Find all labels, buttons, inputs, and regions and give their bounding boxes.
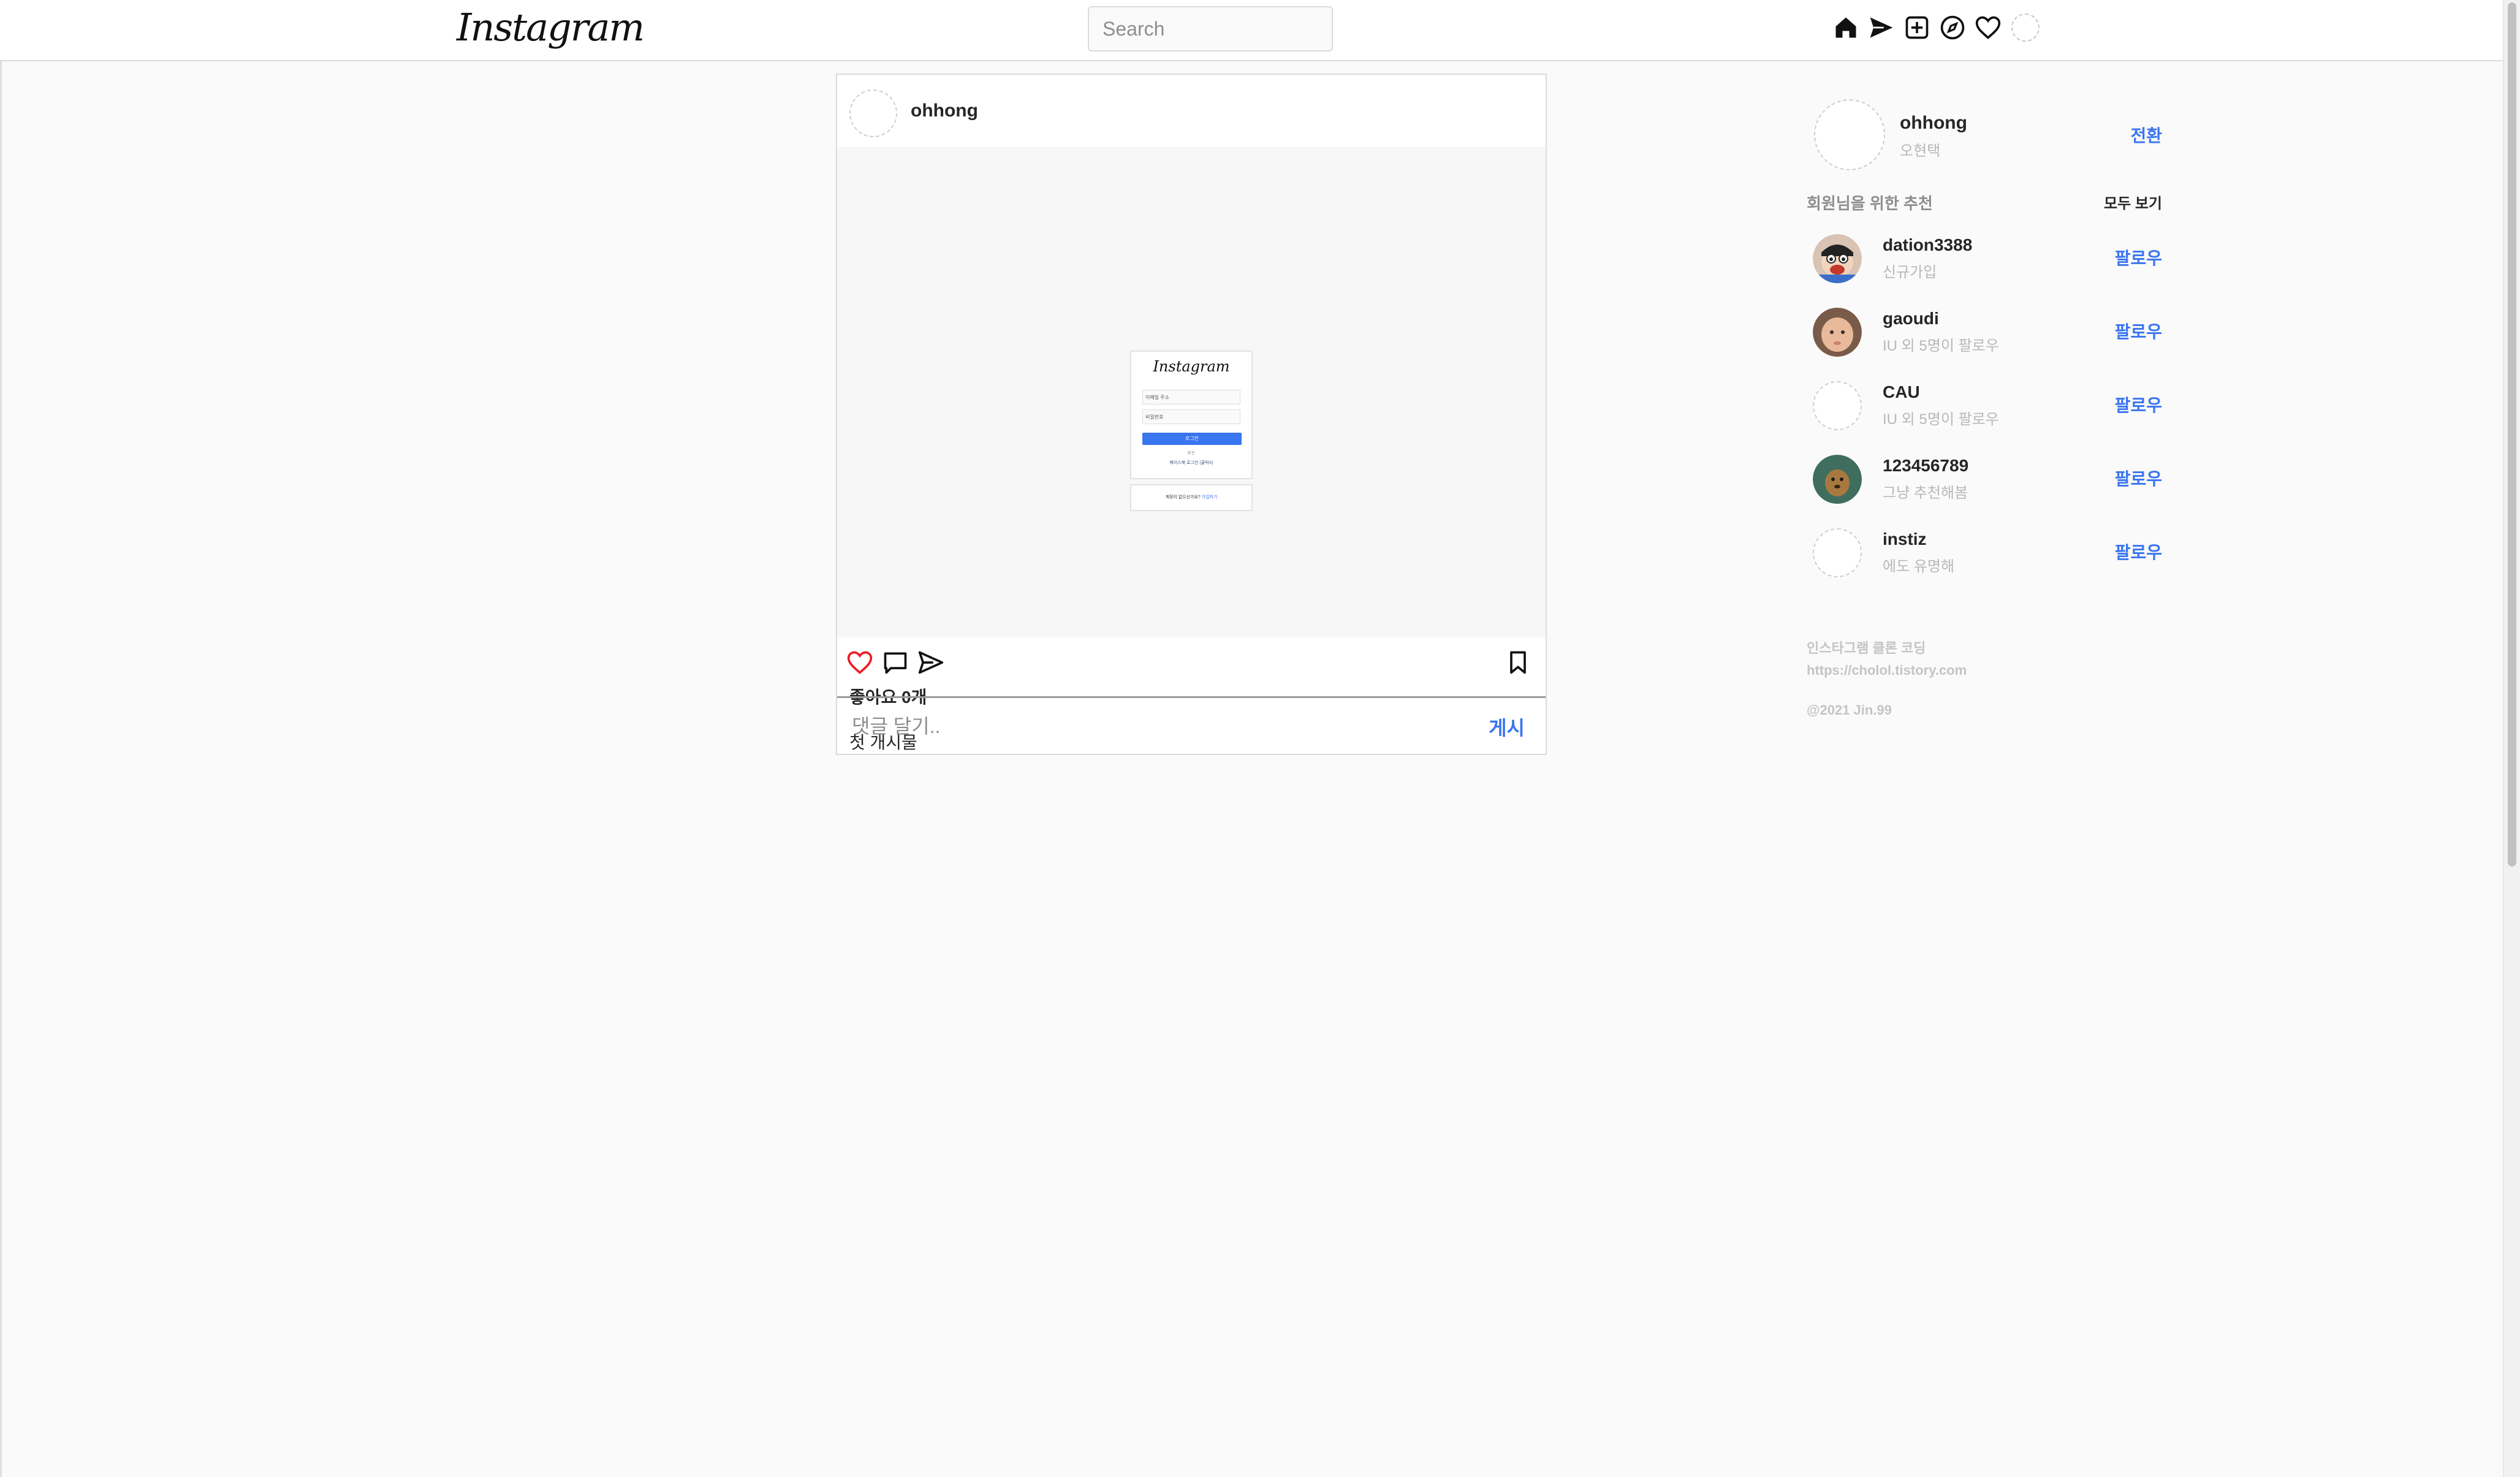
- suggestion-item: CAU IU 외 5명이 팔로우 팔로우: [1807, 374, 2162, 435]
- post-image[interactable]: Instagram 이메일 주소 비밀번호 로그인 또는 페이스북 로그인 (클…: [837, 147, 1546, 637]
- post-action-bar: [837, 637, 1546, 689]
- home-icon[interactable]: [1831, 13, 1861, 42]
- suggestion-subtitle: 신규가입: [1883, 264, 1937, 281]
- preview-logo: Instagram: [1153, 358, 1230, 375]
- current-user-avatar[interactable]: [1814, 99, 1885, 170]
- post-comment-button[interactable]: 게시: [1489, 713, 1525, 741]
- suggestion-avatar[interactable]: [1813, 528, 1862, 577]
- footer-blog-link[interactable]: https://cholol.tistory.com: [1807, 659, 1967, 682]
- footer-project-title: 인스타그램 클론 코딩: [1807, 640, 1926, 656]
- share-icon[interactable]: [916, 647, 946, 678]
- preview-login-button: 로그인: [1142, 433, 1242, 445]
- current-user-card: ohhong 오현택 전환: [1807, 92, 2162, 178]
- window-edge: [0, 0, 2, 1477]
- preview-email-field: 이메일 주소: [1142, 390, 1240, 404]
- suggestion-item: instiz 에도 유명해 팔로우: [1807, 521, 2162, 582]
- preview-or-divider: 또는: [1187, 451, 1196, 455]
- new-post-icon[interactable]: [1902, 13, 1932, 42]
- preview-facebook-login: 페이스북 로그인 (클릭X): [1169, 461, 1213, 465]
- direct-message-icon[interactable]: [1867, 13, 1896, 42]
- suggestion-username[interactable]: gaoudi: [1883, 309, 1939, 328]
- sidebar-footer-links: 인스타그램 클론 코딩 https://cholol.tistory.com: [1807, 637, 1967, 682]
- suggestion-username[interactable]: CAU: [1883, 382, 1920, 402]
- preview-signup-link: 가입하기: [1201, 495, 1218, 499]
- scrollbar-thumb[interactable]: [2508, 2, 2516, 867]
- suggestions-title: 회원님을 위한 추천: [1807, 194, 1933, 213]
- preview-signup-text: 계정이 없으신가요?: [1165, 495, 1201, 499]
- see-all-button[interactable]: 모두 보기: [2104, 191, 2162, 213]
- suggestion-item: dation3388 신규가입 팔로우: [1807, 227, 2162, 288]
- suggestion-avatar[interactable]: [1813, 308, 1862, 357]
- footer-copyright: @2021 Jin.99: [1807, 702, 1892, 718]
- comment-icon[interactable]: [880, 647, 911, 678]
- suggestion-username[interactable]: instiz: [1883, 530, 1927, 549]
- suggestion-subtitle: 에도 유명해: [1883, 558, 1955, 575]
- bookmark-icon[interactable]: [1503, 647, 1533, 678]
- search-input[interactable]: [1088, 6, 1333, 51]
- follow-button[interactable]: 팔로우: [2115, 319, 2162, 343]
- suggestion-avatar[interactable]: [1813, 455, 1862, 504]
- follow-button[interactable]: 팔로우: [2115, 245, 2162, 270]
- preview-login-card: Instagram 이메일 주소 비밀번호 로그인 또는 페이스북 로그인 (클…: [1130, 351, 1253, 479]
- suggestion-item: 123456789 그냥 추천해봄 팔로우: [1807, 447, 2162, 509]
- activity-heart-icon[interactable]: [1973, 13, 2003, 42]
- suggestion-avatar[interactable]: [1813, 381, 1862, 430]
- current-user-username[interactable]: ohhong: [1900, 113, 1967, 134]
- suggestion-subtitle: IU 외 5명이 팔로우: [1883, 338, 1999, 354]
- preview-password-field: 비밀번호: [1142, 409, 1240, 424]
- suggestion-item: gaoudi IU 외 5명이 팔로우 팔로우: [1807, 300, 2162, 362]
- suggestion-username[interactable]: dation3388: [1883, 235, 1972, 255]
- post-author-username[interactable]: ohhong: [911, 101, 978, 121]
- instagram-logo[interactable]: Instagram: [457, 5, 645, 50]
- suggestion-subtitle: 그냥 추천해봄: [1883, 485, 1968, 501]
- current-user-name: 오현택: [1900, 143, 1941, 159]
- follow-button[interactable]: 팔로우: [2115, 392, 2162, 417]
- explore-compass-icon[interactable]: [1938, 13, 1967, 42]
- suggestion-username[interactable]: 123456789: [1883, 456, 1968, 476]
- feed-post: ohhong Instagram 이메일 주소 비밀번호 로그인 또는 페이스북…: [836, 74, 1547, 755]
- post-author-avatar[interactable]: [849, 89, 897, 137]
- preview-signup-card: 계정이 없으신가요? 가입하기: [1130, 484, 1253, 511]
- page-scrollbar[interactable]: [2503, 0, 2520, 1477]
- like-heart-icon[interactable]: [844, 647, 875, 678]
- login-page-preview: Instagram 이메일 주소 비밀번호 로그인 또는 페이스북 로그인 (클…: [1130, 351, 1253, 511]
- comment-bar: 게시: [837, 696, 1546, 754]
- follow-button[interactable]: 팔로우: [2115, 539, 2162, 564]
- post-header: ohhong: [837, 75, 1546, 147]
- profile-avatar[interactable]: [2011, 13, 2040, 42]
- top-nav-bar: Instagram: [0, 0, 2504, 61]
- follow-button[interactable]: 팔로우: [2115, 466, 2162, 490]
- switch-account-button[interactable]: 전환: [2130, 123, 2162, 147]
- nav-icons: [1831, 12, 2040, 43]
- suggestion-subtitle: IU 외 5명이 팔로우: [1883, 411, 1999, 428]
- comment-input[interactable]: [851, 704, 1405, 748]
- suggestion-avatar[interactable]: [1813, 234, 1862, 283]
